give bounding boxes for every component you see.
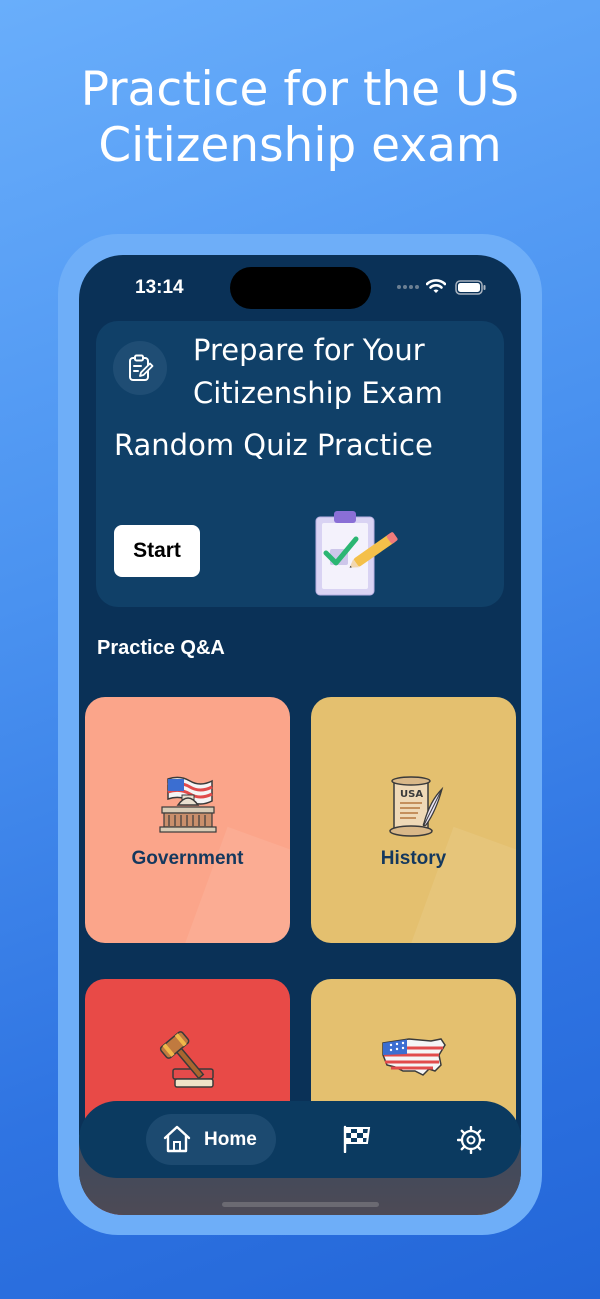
- category-label-government: Government: [131, 848, 244, 869]
- usa-map-flag-icon: [382, 1038, 446, 1076]
- scroll-quill-icon: USA: [389, 776, 444, 837]
- tab-bar: Home: [79, 1101, 521, 1178]
- tab-home-label: Home: [204, 1129, 257, 1150]
- headline-line-1: Practice for the US: [80, 62, 520, 117]
- hero-card: Prepare for Your Citizenship Exam Random…: [96, 321, 504, 607]
- category-tile-government[interactable]: Government: [85, 697, 290, 943]
- clipboard-checkmark-illustration: [315, 511, 398, 596]
- cellular-dots-icon: [397, 285, 419, 291]
- category-tile-history[interactable]: USA History: [311, 697, 516, 943]
- home-icon: [163, 1125, 191, 1153]
- category-label-history: History: [380, 848, 447, 869]
- capitol-flag-icon: [159, 776, 217, 833]
- dynamic-island: [230, 267, 371, 309]
- svg-text:USA: USA: [400, 789, 423, 800]
- clipboard-edit-icon: [113, 341, 167, 395]
- hero-title-line-2: Citizenship Exam: [193, 376, 443, 410]
- status-time: 13:14: [135, 277, 184, 298]
- section-title: Practice Q&A: [97, 637, 225, 659]
- hero-title: Prepare for Your Citizenship Exam: [193, 329, 493, 415]
- home-indicator: [222, 1202, 379, 1207]
- checkered-flag-icon[interactable]: [342, 1125, 372, 1153]
- tab-home[interactable]: Home: [146, 1114, 276, 1165]
- gavel-book-icon: [159, 1031, 214, 1088]
- hero-title-line-1: Prepare for Your: [193, 333, 425, 367]
- headline-line-2: Citizenship exam: [98, 118, 502, 173]
- wifi-icon: [426, 279, 446, 293]
- hero-subtitle: Random Quiz Practice: [114, 428, 433, 462]
- start-button[interactable]: Start: [114, 525, 200, 577]
- headline: Practice for the US Citizenship exam: [0, 62, 600, 174]
- battery-icon: [455, 280, 486, 295]
- gear-icon[interactable]: [457, 1126, 485, 1154]
- phone-screen: 13:14 Prepare for Your Citizenship Exam …: [79, 255, 521, 1215]
